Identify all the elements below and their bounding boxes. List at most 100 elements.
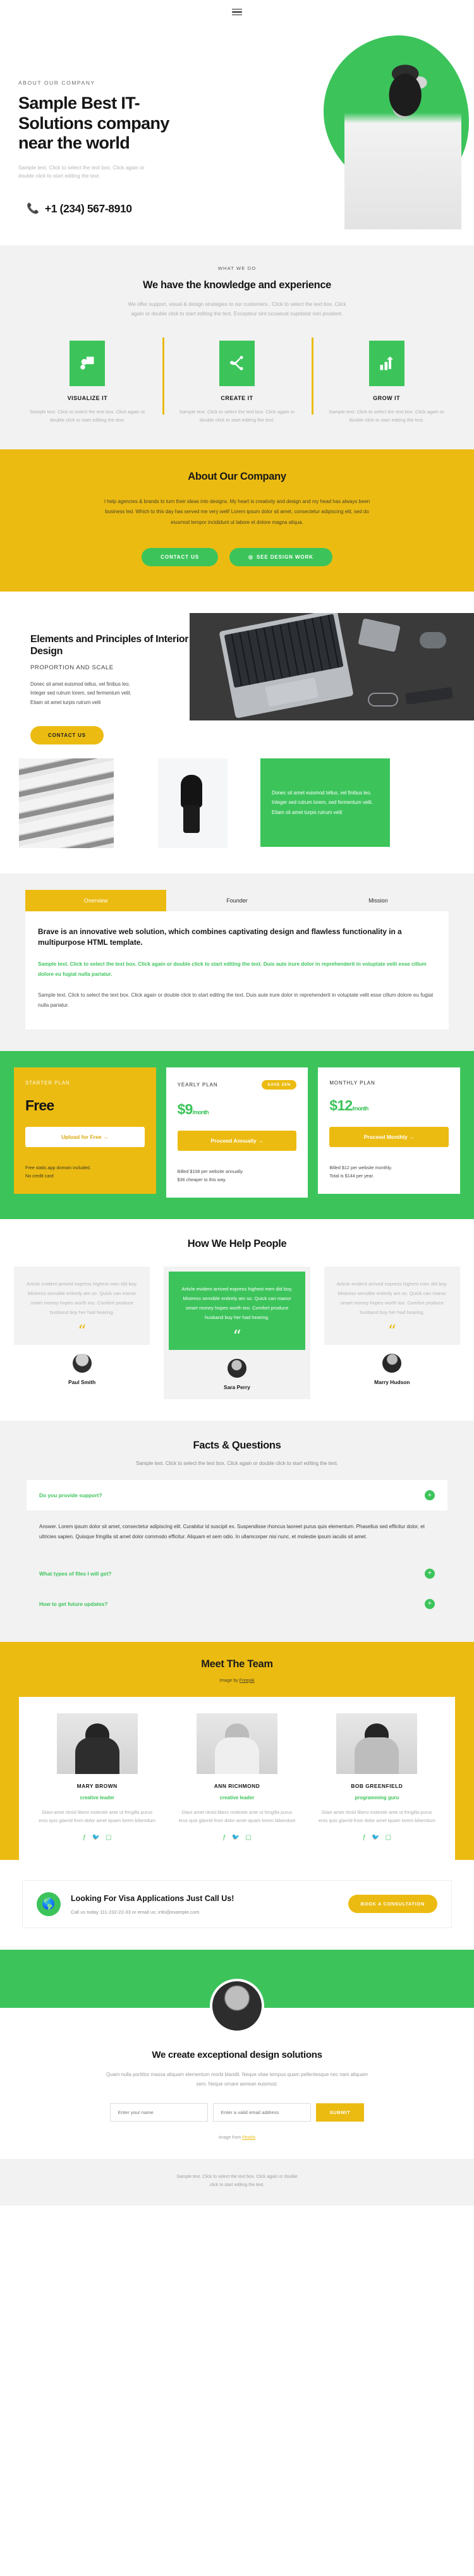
hamburger-menu-icon[interactable]: [232, 8, 242, 16]
cta-subtitle: Call us today 111-232-22-33 or email us:…: [71, 1909, 200, 1916]
feature-text: Sample text. Click to select the text bo…: [329, 408, 445, 423]
member-social-links: ƒ 🐦 ▢: [171, 1834, 302, 1841]
tab-body-text: Sample text. Click to select the text bo…: [38, 992, 434, 1008]
plus-icon[interactable]: +: [425, 1598, 435, 1609]
team-member-ann-richmond: ANN RICHMOND creative leader Glavi amet …: [171, 1713, 302, 1841]
plan-note: Billed $12 per website monthly. Total is…: [329, 1164, 392, 1179]
see-design-work-button[interactable]: ◎ SEE DESIGN WORK: [229, 547, 332, 566]
book-consultation-button[interactable]: BOOK A CONSULTATION: [348, 1895, 437, 1914]
pricing-plan-monthly: MONTHLY PLAN $12/month Proceed Monthly →…: [318, 1067, 461, 1194]
building-facade-image: [19, 758, 114, 848]
tab-overview[interactable]: Overview: [25, 890, 167, 911]
cta-title: Looking For Visa Applications Just Call …: [71, 1893, 234, 1903]
avatar: [382, 1354, 402, 1373]
team-member-bob-greenfield: BOB GREENFIELD programming guru Glavi am…: [312, 1713, 442, 1841]
see-design-work-label: SEE DESIGN WORK: [256, 554, 313, 560]
phone-icon: 📞: [27, 203, 39, 214]
testimonial-text: Article evident arrived express highest …: [336, 1281, 448, 1316]
elements-subtitle: PROPORTION AND SCALE: [30, 664, 114, 671]
submit-button[interactable]: SUBMIT: [315, 2103, 365, 2122]
final-image-credit: Image from Pexels: [0, 2136, 474, 2140]
member-role: creative leader: [80, 1794, 114, 1801]
plus-icon[interactable]: +: [425, 1490, 435, 1501]
hero-phone-link[interactable]: 📞 +1 (234) 567-8910: [27, 202, 132, 216]
about-title: About Our Company: [188, 471, 286, 483]
laptop-graphic: [219, 612, 354, 719]
quote-icon: “: [78, 1322, 87, 1342]
twitter-icon[interactable]: 🐦: [92, 1834, 99, 1841]
footer: Sample text. Click to select the text bo…: [0, 2158, 474, 2206]
twitter-icon[interactable]: 🐦: [232, 1834, 240, 1841]
instagram-icon[interactable]: ▢: [386, 1834, 391, 1841]
quote-icon: “: [233, 1327, 241, 1347]
facebook-icon[interactable]: ƒ: [222, 1834, 226, 1841]
faq-question-label: Do you provide support?: [39, 1492, 102, 1499]
desk-object-pen: [405, 686, 453, 705]
pexels-link[interactable]: Pexels: [242, 2136, 255, 2140]
plan-price-period: /month: [352, 1105, 368, 1112]
freepik-link[interactable]: Freepik: [240, 1677, 255, 1683]
upload-for-free-button[interactable]: Upload for Free →: [25, 1126, 145, 1147]
hero-section: ABOUT OUR COMPANY Sample Best IT-Solutio…: [0, 24, 474, 245]
faq-section: Facts & Questions Sample text. Click to …: [0, 1421, 474, 1642]
testimonial-name: Sara Perry: [224, 1384, 250, 1391]
credit-prefix: Image from: [218, 2135, 243, 2140]
facebook-icon[interactable]: ƒ: [83, 1834, 87, 1841]
member-role: creative leader: [219, 1794, 255, 1801]
avatar: [227, 1359, 246, 1378]
feature-item-visualize: VISUALIZE IT Sample text. Click to selec…: [13, 340, 162, 425]
tab-mission[interactable]: Mission: [307, 890, 449, 911]
testimonial-list: Article evident arrived express highest …: [0, 1267, 474, 1400]
seated-person-image: [158, 758, 228, 848]
proceed-annually-button[interactable]: Proceed Annually →: [177, 1130, 297, 1151]
member-photo: [336, 1713, 418, 1774]
avatar: [72, 1354, 92, 1373]
elements-contact-button[interactable]: CONTACT US: [30, 726, 104, 744]
feature-list: VISUALIZE IT Sample text. Click to selec…: [0, 337, 474, 425]
faq-title: Facts & Questions: [193, 1440, 281, 1452]
credit-prefix: Image by: [219, 1677, 240, 1683]
subscribe-form: SUBMIT: [0, 2103, 474, 2122]
faq-question-support[interactable]: Do you provide support? +: [27, 1480, 447, 1511]
contact-us-button[interactable]: CONTACT US: [142, 547, 218, 566]
pricing-plan-starter: STARTER PLAN Free Upload for Free → Free…: [14, 1067, 156, 1194]
hero-text-block: ABOUT OUR COMPANY Sample Best IT-Solutio…: [18, 80, 208, 181]
green-band-section: [0, 1949, 474, 2033]
proceed-monthly-button[interactable]: Proceed Monthly →: [329, 1126, 449, 1147]
facebook-icon[interactable]: ƒ: [363, 1834, 367, 1841]
green-card-text: Donec sit amet euismod tellus, vel finib…: [272, 789, 373, 815]
cta-section: 🌎 Looking For Visa Applications Just Cal…: [0, 1859, 474, 1950]
faq-question-label: How to get future updates?: [39, 1600, 108, 1607]
feature-title: CREATE IT: [221, 394, 253, 401]
about-company-section: About Our Company I help agencies & bran…: [0, 449, 474, 592]
testimonial-name: Marry Hudson: [374, 1379, 410, 1386]
faq-question-file-types[interactable]: What types of files I will get? +: [27, 1558, 447, 1589]
instagram-icon[interactable]: ▢: [106, 1834, 111, 1841]
layers-icon: [70, 340, 106, 386]
feature-title: VISUALIZE IT: [67, 394, 108, 401]
faq-question-updates[interactable]: How to get future updates? +: [27, 1589, 447, 1619]
elements-text-block: Elements and Principles of Interior Desi…: [0, 613, 190, 744]
plan-price: $9/month: [178, 1101, 297, 1118]
pricing-plan-yearly: YEARLY PLAN SAVE 25% $9/month Proceed An…: [166, 1067, 308, 1198]
play-circle-icon: ◎: [248, 554, 253, 560]
testimonial-item: Article evident arrived express highest …: [14, 1267, 150, 1385]
instagram-icon[interactable]: ▢: [245, 1834, 251, 1841]
plan-price: $12/month: [329, 1097, 449, 1114]
plus-icon[interactable]: +: [425, 1568, 435, 1579]
elements-gallery: Donec sit amet euismod tellus, vel finib…: [0, 758, 474, 873]
page-title: Sample Best IT-Solutions company near th…: [18, 94, 169, 153]
member-name: BOB GREENFIELD: [351, 1782, 403, 1789]
team-title: Meet The Team: [201, 1658, 273, 1670]
elements-title: Elements and Principles of Interior Desi…: [30, 633, 189, 657]
twitter-icon[interactable]: 🐦: [372, 1834, 379, 1841]
feature-title: GROW IT: [373, 394, 401, 401]
faq-answer: Answer. Lorem ipsum dolor sit amet, cons…: [39, 1524, 425, 1540]
email-input[interactable]: [212, 2103, 311, 2122]
plan-note: Billed $108 per website annually. $36 ch…: [177, 1168, 244, 1182]
name-input[interactable]: [109, 2103, 208, 2122]
member-bio: Glavi amet ritnisl libero molestie ante …: [39, 1809, 156, 1824]
tab-founder[interactable]: Founder: [166, 890, 308, 911]
plan-name: MONTHLY PLAN: [329, 1079, 375, 1086]
about-buttons: CONTACT US ◎ SEE DESIGN WORK: [0, 547, 474, 566]
